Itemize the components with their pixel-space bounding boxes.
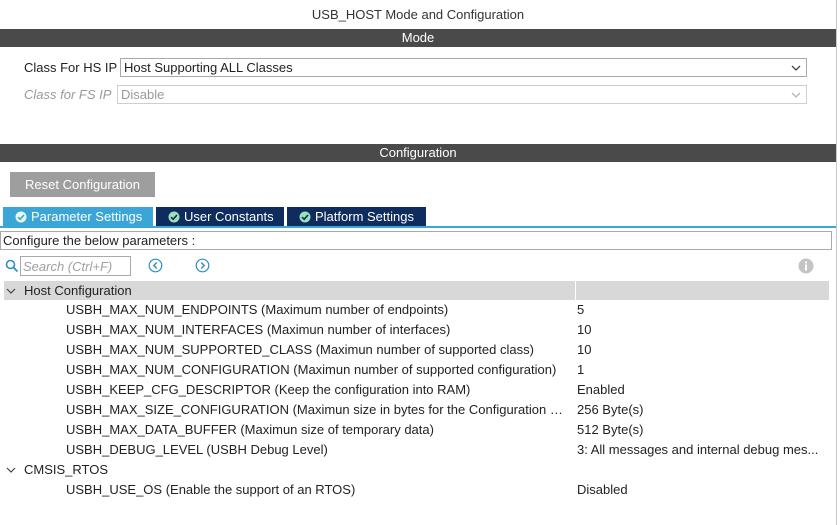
class-hs-label: Class For HS IP — [24, 60, 118, 75]
group-label: Host Configuration — [24, 283, 132, 298]
param-name[interactable]: USBH_MAX_SIZE_CONFIGURATION (Maximun siz… — [66, 400, 572, 420]
tab-label: Parameter Settings — [31, 209, 143, 224]
param-value[interactable]: Enabled — [577, 380, 827, 400]
param-name[interactable]: USBH_MAX_NUM_SUPPORTED_CLASS (Maximun nu… — [66, 340, 572, 360]
param-name[interactable]: USBH_KEEP_CFG_DESCRIPTOR (Keep the confi… — [66, 380, 572, 400]
param-value[interactable]: 10 — [577, 340, 827, 360]
info-text: Configure the below parameters : — [0, 231, 832, 250]
chevron-down-icon — [6, 467, 16, 473]
class-hs-select[interactable]: Host Supporting ALL Classes — [120, 58, 807, 77]
param-name[interactable]: USBH_USE_OS (Enable the support of an RT… — [66, 480, 572, 500]
param-name[interactable]: USBH_MAX_NUM_CONFIGURATION (Maximun numb… — [66, 360, 572, 380]
previous-match-icon[interactable] — [148, 258, 163, 273]
param-name[interactable]: USBH_MAX_NUM_INTERFACES (Maximun number … — [66, 320, 572, 340]
param-value[interactable]: 5 — [577, 300, 827, 320]
window-title: USB_HOST Mode and Configuration — [311, 7, 525, 22]
chevron-down-icon — [791, 92, 801, 98]
check-circle-icon — [168, 211, 180, 223]
param-name[interactable]: USBH_DEBUG_LEVEL (USBH Debug Level) — [66, 440, 572, 460]
tab-underline — [0, 226, 836, 228]
tab-label: User Constants — [184, 209, 274, 224]
param-name[interactable]: USBH_MAX_DATA_BUFFER (Maximun size of te… — [66, 420, 572, 440]
class-fs-value: Disable — [121, 87, 165, 102]
chevron-down-icon — [6, 288, 16, 294]
param-value[interactable]: 1 — [577, 360, 827, 380]
window-right-border — [836, 0, 837, 525]
group-cmsis-rtos[interactable]: CMSIS_RTOS — [4, 460, 564, 479]
search-input[interactable] — [20, 256, 131, 276]
class-hs-value: Host Supporting ALL Classes — [124, 60, 293, 75]
search-icon — [5, 259, 19, 273]
check-circle-icon — [299, 211, 311, 223]
tab-user-constants[interactable]: User Constants — [156, 207, 284, 227]
check-circle-icon — [15, 211, 27, 223]
column-separator — [575, 281, 576, 300]
configuration-section-header: Configuration — [0, 144, 836, 162]
param-value[interactable]: 256 Byte(s) — [577, 400, 827, 420]
class-fs-select[interactable]: Disable — [117, 85, 807, 104]
mode-section-header: Mode — [0, 29, 836, 47]
param-name[interactable]: USBH_MAX_NUM_ENDPOINTS (Maximum number o… — [66, 300, 572, 320]
info-icon[interactable] — [798, 258, 814, 274]
class-fs-label: Class for FS IP — [24, 87, 112, 102]
tab-label: Platform Settings — [315, 209, 414, 224]
reset-configuration-button[interactable]: Reset Configuration — [10, 172, 155, 197]
param-value[interactable]: 512 Byte(s) — [577, 420, 827, 440]
next-match-icon[interactable] — [195, 258, 210, 273]
chevron-down-icon — [791, 65, 801, 71]
group-label: CMSIS_RTOS — [24, 462, 109, 477]
param-value[interactable]: 10 — [577, 320, 827, 340]
param-value[interactable]: Disabled — [577, 480, 827, 500]
tab-platform-settings[interactable]: Platform Settings — [287, 207, 426, 227]
tab-parameter-settings[interactable]: Parameter Settings — [3, 207, 153, 227]
group-host-configuration[interactable]: Host Configuration — [4, 281, 564, 300]
param-value[interactable]: 3: All messages and internal debug mes..… — [577, 440, 827, 460]
